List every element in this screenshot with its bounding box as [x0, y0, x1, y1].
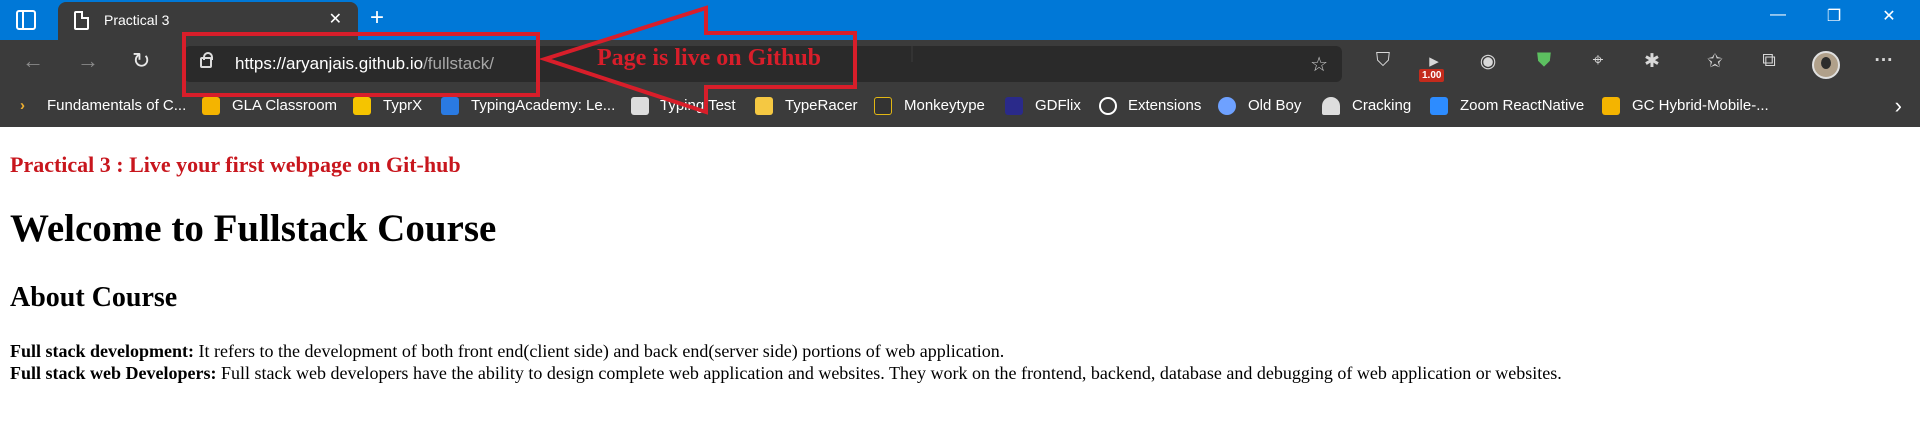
classroom-icon — [202, 97, 220, 115]
cracking-icon — [1322, 97, 1340, 115]
favorite-item[interactable]: Zoom ReactNative — [1460, 97, 1584, 114]
classroom-icon — [1602, 97, 1620, 115]
favorite-item[interactable]: Cracking — [1352, 97, 1411, 114]
check-shield-icon[interactable]: ⛊ — [1530, 50, 1558, 72]
favorites-more-icon[interactable]: › — [1895, 93, 1902, 119]
lock-icon[interactable] — [200, 52, 213, 68]
avatar[interactable] — [1812, 51, 1840, 79]
section-heading: About Course — [10, 282, 178, 313]
favorite-item[interactable]: GC Hybrid-Mobile-... — [1632, 97, 1769, 114]
definition-row: Full stack web Developers: Full stack we… — [10, 362, 1562, 384]
zoom-icon — [1430, 97, 1448, 115]
favorite-item[interactable]: Typing Test — [660, 97, 736, 114]
favorite-item[interactable]: TypeRacer — [785, 97, 858, 114]
annotation-text: Page is live on Github — [597, 45, 822, 71]
practical-heading: Practical 3 : Live your first webpage on… — [10, 152, 461, 177]
minimize-button[interactable]: — — [1755, 6, 1801, 24]
definition-term: Full stack development: — [10, 341, 194, 361]
folder-icon: › — [20, 97, 25, 114]
close-window-button[interactable]: ✕ — [1866, 6, 1912, 26]
favorite-item[interactable]: GDFlix — [1035, 97, 1081, 114]
favorite-item[interactable]: Monkeytype — [904, 97, 985, 114]
gdflix-icon — [1005, 97, 1023, 115]
favorites-icon[interactable]: ✩ — [1701, 50, 1729, 73]
course-description: Full stack development: It refers to the… — [10, 340, 1562, 384]
favorite-item[interactable]: Old Boy — [1248, 97, 1301, 114]
monkeytype-icon — [874, 97, 892, 115]
tab-close-icon[interactable]: ✕ — [329, 9, 342, 29]
typrx-icon — [353, 97, 371, 115]
more-menu-button[interactable]: ··· — [1870, 50, 1898, 72]
favorites-bar: › Fundamentals of C... GLA Classroom Typ… — [0, 87, 1920, 127]
url-host: https://aryanjais.github.io — [235, 54, 424, 73]
new-tab-button[interactable]: + — [370, 4, 384, 32]
globe-icon[interactable]: ◉ — [1474, 50, 1502, 73]
tab-title: Practical 3 — [104, 12, 170, 28]
favorite-item[interactable]: TypingAcademy: Le... — [471, 97, 615, 114]
tab-practical-3[interactable]: Practical 3 ✕ — [58, 2, 358, 40]
add-favorite-icon[interactable]: ☆ — [1310, 52, 1328, 77]
definition-term: Full stack web Developers: — [10, 363, 217, 383]
workspaces-icon[interactable] — [16, 10, 36, 30]
back-button[interactable]: ← — [22, 48, 44, 74]
page-title: Welcome to Fullstack Course — [10, 207, 497, 250]
mouse-icon[interactable]: ⌖ — [1584, 50, 1612, 72]
collections-icon[interactable]: ⧉ — [1755, 50, 1783, 72]
definition-text: Full stack web developers have the abili… — [216, 363, 1562, 383]
refresh-button[interactable]: ↻ — [132, 48, 150, 74]
typeracer-icon — [755, 97, 773, 115]
oldboy-icon — [1218, 97, 1236, 115]
favorite-item[interactable]: TyprX — [383, 97, 422, 114]
url-path: /fullstack/ — [423, 54, 494, 73]
title-bar: Practical 3 ✕ + — ❐ ✕ — [0, 0, 1920, 40]
definition-row: Full stack development: It refers to the… — [10, 340, 1562, 362]
page-content: Practical 3 : Live your first webpage on… — [10, 152, 1910, 383]
restore-button[interactable]: ❐ — [1811, 6, 1857, 26]
favorite-item[interactable]: Fundamentals of C... — [47, 97, 186, 114]
page-icon — [74, 11, 89, 30]
extension-badge: 1.00 — [1419, 69, 1445, 82]
favorite-item[interactable]: Extensions — [1128, 97, 1201, 114]
typingacademy-icon — [441, 97, 459, 115]
shield-icon[interactable]: ⛉ — [1369, 50, 1397, 72]
browser-toolbar: ← → ↻ https://aryanjais.github.io/fullst… — [0, 40, 1920, 87]
definition-text: It refers to the development of both fro… — [194, 341, 1005, 361]
favorite-item[interactable]: GLA Classroom — [232, 97, 337, 114]
url-text[interactable]: https://aryanjais.github.io/fullstack/ — [235, 54, 494, 74]
extensions-icon — [1099, 97, 1117, 115]
keyboard-icon — [631, 97, 649, 115]
puzzle-icon[interactable]: ✱ — [1638, 50, 1666, 73]
forward-button[interactable]: → — [77, 48, 99, 74]
